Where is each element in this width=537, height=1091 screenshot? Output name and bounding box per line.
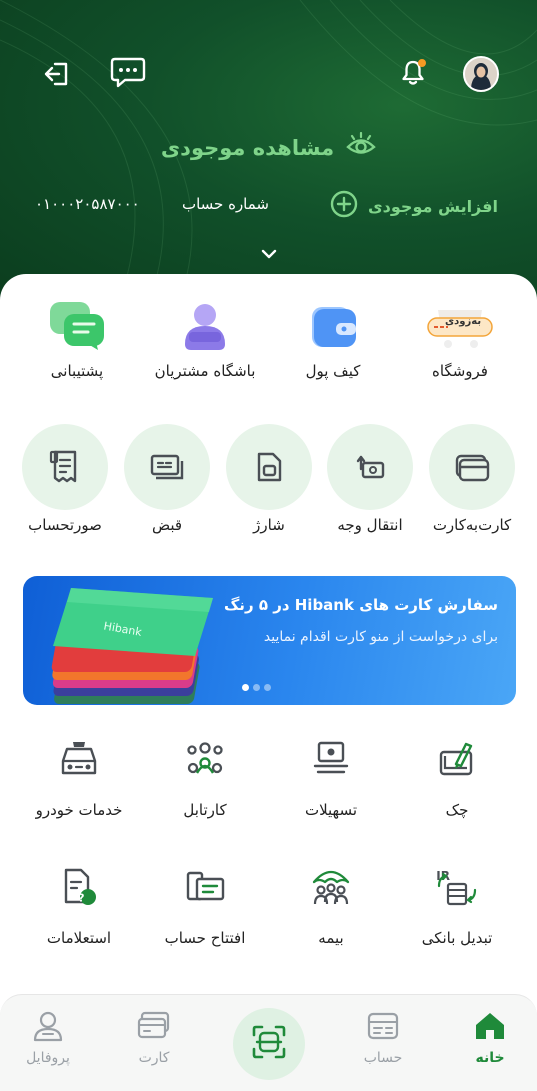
support-item[interactable]: پشتیبانی bbox=[22, 300, 132, 380]
nav-card[interactable]: کارت bbox=[114, 1010, 194, 1066]
cheque-label: چک bbox=[445, 801, 469, 819]
coming-soon-badge: به‌زودی bbox=[445, 316, 482, 327]
card-to-card-label: کارت‌به‌کارت bbox=[432, 516, 512, 534]
insurance-label: بیمه bbox=[318, 929, 344, 947]
bill-icon bbox=[124, 424, 210, 510]
banner-subtitle: برای درخواست از منو کارت اقدام نمایید bbox=[263, 629, 498, 645]
chat-icon[interactable] bbox=[108, 54, 148, 92]
bill-item[interactable]: قبض bbox=[112, 424, 222, 534]
carousel-dot[interactable] bbox=[264, 684, 271, 691]
customer-club-label: باشگاه مشتریان bbox=[154, 362, 256, 380]
statement-label: صورتحساب bbox=[28, 516, 102, 534]
cheque-item[interactable]: چک bbox=[397, 737, 517, 819]
support-label: پشتیبانی bbox=[50, 362, 104, 380]
loan-icon bbox=[271, 737, 391, 781]
statement-item[interactable]: صورتحساب bbox=[10, 424, 120, 534]
carousel-dot[interactable] bbox=[253, 684, 260, 691]
open-account-icon bbox=[145, 865, 265, 909]
plus-circle-icon bbox=[330, 190, 358, 222]
nav-profile-label: پروفایل bbox=[26, 1050, 70, 1066]
inquiry-item[interactable]: ? استعلامات bbox=[19, 865, 139, 947]
open-account-item[interactable]: افتتاح حساب bbox=[145, 865, 265, 947]
bill-label: قبض bbox=[151, 516, 183, 534]
money-transfer-label: انتقال وجه bbox=[337, 516, 403, 534]
money-transfer-item[interactable]: انتقال وجه bbox=[315, 424, 425, 534]
support-chat-icon bbox=[22, 300, 132, 352]
car-services-item[interactable]: خدمات خودرو bbox=[19, 737, 139, 819]
loan-item[interactable]: تسهیلات bbox=[271, 737, 391, 819]
header: مشاهده موجودی افزایش موجودی شماره حساب ۰… bbox=[0, 0, 537, 300]
charge-label: شارژ bbox=[253, 516, 285, 534]
nav-home[interactable]: خانه bbox=[450, 1010, 530, 1066]
wallet-item[interactable]: کیف پول bbox=[278, 300, 388, 380]
inquiry-label: استعلامات bbox=[46, 929, 112, 947]
card-to-card-icon bbox=[429, 424, 515, 510]
car-services-label: خدمات خودرو bbox=[35, 801, 123, 819]
insurance-item[interactable]: بیمه bbox=[271, 865, 391, 947]
avatar[interactable] bbox=[463, 56, 499, 92]
view-balance-button[interactable]: مشاهده موجودی bbox=[0, 131, 537, 163]
bank-convert-item[interactable]: IR تبدیل بانکی bbox=[397, 865, 517, 947]
nav-account[interactable]: حساب bbox=[343, 1010, 423, 1066]
customer-club-icon bbox=[150, 300, 260, 352]
notification-bell-icon[interactable] bbox=[396, 56, 430, 90]
nav-profile[interactable]: پروفایل bbox=[8, 1010, 88, 1066]
eye-icon bbox=[346, 131, 376, 163]
open-account-label: افتتاح حساب bbox=[164, 929, 246, 947]
inquiry-icon: ? bbox=[19, 865, 139, 909]
balance-title: مشاهده موجودی bbox=[160, 135, 335, 160]
nav-home-label: خانه bbox=[475, 1050, 505, 1066]
sim-charge-icon bbox=[226, 424, 312, 510]
carousel-dots[interactable] bbox=[242, 684, 271, 691]
customer-club-item[interactable]: باشگاه مشتریان bbox=[150, 300, 260, 380]
nav-card-label: کارت bbox=[138, 1050, 170, 1066]
wallet-icon bbox=[278, 300, 388, 352]
scan-button[interactable] bbox=[233, 1008, 305, 1080]
card-to-card-item[interactable]: کارت‌به‌کارت bbox=[417, 424, 527, 534]
banner-title: سفارش کارت های Hibank در ۵ رنگ bbox=[223, 596, 498, 614]
logout-icon[interactable] bbox=[40, 57, 74, 91]
nav-account-label: حساب bbox=[363, 1050, 403, 1066]
shop-item[interactable]: به‌زودی فروشگاه bbox=[405, 300, 515, 380]
loan-label: تسهیلات bbox=[304, 801, 358, 819]
svg-text:?: ? bbox=[78, 892, 84, 905]
colored-cards-illustration: Hibank bbox=[51, 588, 213, 704]
insurance-icon bbox=[271, 865, 391, 909]
money-transfer-icon bbox=[327, 424, 413, 510]
bank-convert-label: تبدیل بانکی bbox=[421, 929, 493, 947]
cheque-icon bbox=[397, 737, 517, 781]
statement-icon bbox=[22, 424, 108, 510]
cartable-label: کارتابل bbox=[183, 801, 227, 819]
card-icon bbox=[114, 1010, 194, 1042]
bank-convert-icon: IR bbox=[397, 865, 517, 909]
promo-banner[interactable]: Hibank سفارش کارت های Hibank در ۵ رنگ بر… bbox=[23, 576, 516, 705]
increase-balance-button[interactable]: افزایش موجودی bbox=[330, 190, 498, 222]
charge-item[interactable]: شارژ bbox=[214, 424, 324, 534]
account-label: شماره حساب bbox=[181, 195, 269, 213]
wallet-label: کیف پول bbox=[305, 362, 361, 380]
chevron-down-icon[interactable] bbox=[259, 246, 279, 265]
home-icon bbox=[450, 1010, 530, 1042]
account-icon bbox=[343, 1010, 423, 1042]
increase-label: افزایش موجودی bbox=[368, 196, 498, 216]
carousel-dot[interactable] bbox=[242, 684, 249, 691]
account-number[interactable]: ۰۱۰۰۰۲۰۵۸۷۰۰۰ bbox=[35, 195, 140, 213]
scan-icon bbox=[250, 1023, 288, 1065]
cartable-icon bbox=[145, 737, 265, 781]
shop-label: فروشگاه bbox=[432, 362, 488, 380]
cartable-item[interactable]: کارتابل bbox=[145, 737, 265, 819]
car-services-icon bbox=[19, 737, 139, 781]
profile-icon bbox=[8, 1010, 88, 1042]
